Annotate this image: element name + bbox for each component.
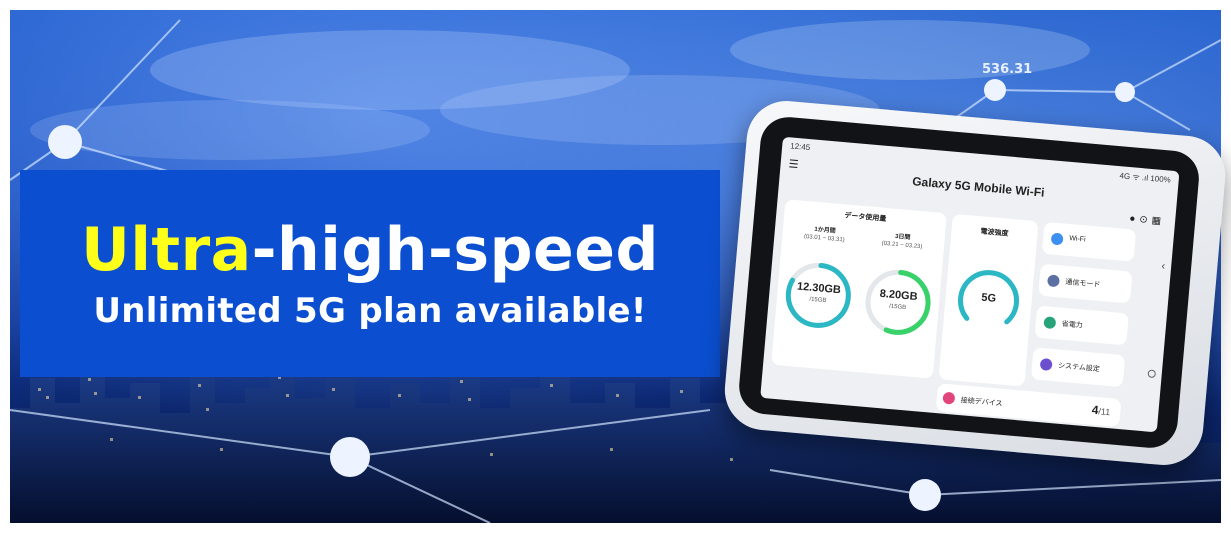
- data-usage-card[interactable]: データ使用量 1か月間 (03.01 ~ 03.31) 3日間 (03.21 ~…: [771, 199, 947, 379]
- menu-power-saving-label: 省電力: [1061, 320, 1083, 330]
- connected-devices-count: 4/11: [1091, 403, 1111, 419]
- leaf-icon: [1043, 316, 1057, 330]
- device-screen: 12:45 4G ᯤ .ıl 100% ☰ Galaxy 5G Mobile W…: [760, 136, 1180, 433]
- menu-system-settings-label: システム設定: [1057, 362, 1101, 374]
- settings-gear-icon: [1039, 358, 1053, 372]
- headline-accent: Ultra: [81, 214, 252, 285]
- wifi-icon: [1050, 232, 1064, 246]
- network-node: [330, 437, 370, 477]
- headline-box: Ultra-high-speed Unlimited 5G plan avail…: [20, 170, 720, 377]
- signal-bars-icon: [1046, 274, 1060, 288]
- headline-rest: -high-speed: [251, 214, 659, 285]
- qr-code-icon[interactable]: ▦: [1151, 215, 1165, 227]
- status-time: 12:45: [789, 141, 811, 153]
- menu-system-settings[interactable]: システム設定: [1030, 347, 1126, 388]
- menu-wifi[interactable]: Wi-Fi: [1041, 221, 1137, 262]
- speed-readout: 536.31: [982, 62, 1033, 77]
- usage-ring-monthly: 12.30GB /15GB: [780, 257, 856, 333]
- usage-ring-3day: 8.20GB /15GB: [860, 264, 936, 340]
- devices-total: /11: [1098, 406, 1111, 418]
- subheadline: Unlimited 5G plan available!: [93, 290, 647, 331]
- network-node: [48, 125, 82, 159]
- menu-wifi-label: Wi-Fi: [1068, 235, 1086, 244]
- headline: Ultra-high-speed: [81, 217, 659, 283]
- signal-ring: 5G: [953, 264, 1025, 336]
- menu-communication-mode-label: 通信モード: [1065, 278, 1101, 289]
- signal-title: 電波強度: [980, 228, 1009, 238]
- top-icons: ●⊙▦: [1129, 213, 1166, 227]
- connected-devices-label: 接続デバイス: [960, 397, 1003, 408]
- menu-power-saving[interactable]: 省電力: [1034, 305, 1129, 346]
- home-button-icon[interactable]: [1147, 369, 1157, 379]
- signal-strength-card[interactable]: 電波強度 5G: [938, 213, 1039, 387]
- period-monthly: 1か月間 (03.01 ~ 03.31): [784, 221, 865, 245]
- refresh-icon[interactable]: ⊙: [1139, 214, 1152, 226]
- menu-communication-mode[interactable]: 通信モード: [1038, 263, 1133, 304]
- status-indicators: 4G ᯤ .ıl 100%: [1119, 171, 1172, 185]
- devices-icon: [942, 391, 956, 405]
- network-node: [984, 79, 1006, 101]
- mobile-wifi-device: 12:45 4G ᯤ .ıl 100% ☰ Galaxy 5G Mobile W…: [721, 97, 1229, 469]
- period-3day: 3日間 (03.21 ~ 03.23): [862, 228, 943, 252]
- connected-devices-card[interactable]: 接続デバイス 4/11: [935, 383, 1122, 428]
- network-node: [1115, 82, 1135, 102]
- network-node: [909, 479, 941, 511]
- device-bezel: 12:45 4G ᯤ .ıl 100% ☰ Galaxy 5G Mobile W…: [736, 114, 1202, 451]
- chevron-left-icon[interactable]: ‹: [1161, 260, 1166, 272]
